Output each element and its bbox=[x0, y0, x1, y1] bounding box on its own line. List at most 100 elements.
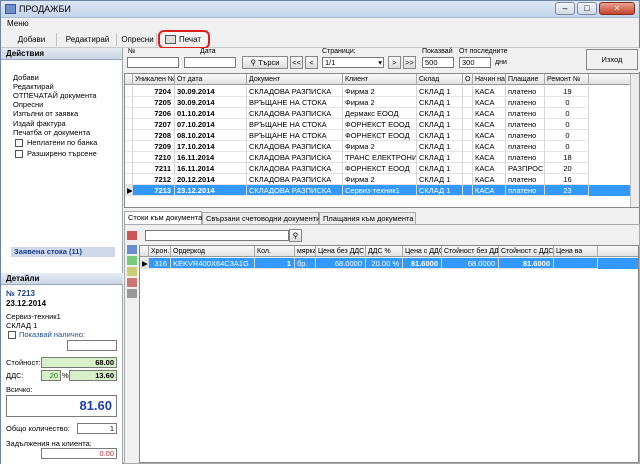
refresh-button[interactable]: Опресни bbox=[119, 33, 157, 46]
table-cell: платено bbox=[506, 97, 545, 108]
table-cell: 0 bbox=[545, 141, 589, 152]
tab-2[interactable]: Свързани счетоводни документи bbox=[202, 212, 320, 224]
show-available-checkbox[interactable] bbox=[8, 331, 16, 339]
remove-item-icon[interactable] bbox=[127, 278, 137, 287]
table-row[interactable]: 7205 30.09.2014 ВРЪЩАНЕ НА СТОКА Фирма 2 СКЛ… bbox=[125, 97, 631, 108]
prev-page-button[interactable]: < bbox=[305, 56, 318, 69]
table-cell: платено bbox=[506, 86, 545, 97]
table-row[interactable]: 7212 20.12.2014 СКЛАДОВА РАЗПИСКА Фирма 2 СК… bbox=[125, 174, 631, 185]
action-item[interactable]: Изпълни от заявка bbox=[13, 109, 78, 118]
next-page-button[interactable]: > bbox=[388, 56, 401, 69]
available-field[interactable] bbox=[67, 340, 117, 351]
item-cell: KEKVR400X64C3A1G bbox=[171, 258, 255, 269]
table-cell: 23.12.2014 bbox=[175, 185, 247, 196]
table-row[interactable]: 7204 30.09.2014 СКЛАДОВА РАЗПИСКА Фирма 2 СК… bbox=[125, 86, 631, 97]
number-input[interactable] bbox=[127, 57, 179, 68]
print-button[interactable]: Печат bbox=[158, 30, 210, 49]
row-indicator: ▶ bbox=[125, 185, 133, 196]
column-header[interactable]: Стойност с ДДС bbox=[499, 246, 554, 257]
filter-bar: № Дата ⚲ Търси << < Страници: 1/1 ▾ > >> … bbox=[124, 48, 640, 72]
table-row[interactable]: 7211 16.11.2014 СКЛАДОВА РАЗПИСКА ФОРНЕКСТ … bbox=[125, 163, 631, 174]
items-search-input[interactable] bbox=[145, 230, 289, 241]
column-header[interactable]: Ордеркод bbox=[171, 246, 255, 257]
total-field: 81.60 bbox=[6, 395, 117, 417]
table-row[interactable]: 7206 01.10.2014 СКЛАДОВА РАЗПИСКА Дермакс Е… bbox=[125, 108, 631, 119]
column-header[interactable]: ДДС % bbox=[366, 246, 403, 257]
column-header[interactable]: мярка bbox=[295, 246, 316, 257]
table-cell: ВРЪЩАНЕ НА СТОКА bbox=[247, 97, 343, 108]
report-icon[interactable] bbox=[127, 289, 137, 298]
item-cell bbox=[554, 258, 598, 269]
add-item-icon[interactable] bbox=[127, 256, 137, 265]
menu-item[interactable]: Меню bbox=[7, 19, 29, 28]
add-button[interactable]: Добави bbox=[7, 33, 57, 46]
vat-label: ДДС: bbox=[6, 371, 24, 380]
column-header[interactable]: Ремонт № bbox=[545, 74, 589, 85]
tab-3[interactable]: Плащания към документа bbox=[319, 212, 416, 224]
table-row[interactable]: ▶ 7213 23.12.2014 СКЛАДОВА РАЗПИСКА Сервиз-т… bbox=[125, 185, 631, 196]
column-header[interactable]: Цена ва bbox=[554, 246, 598, 257]
since-days-input[interactable]: 300 bbox=[459, 57, 491, 68]
close-button[interactable]: × bbox=[599, 2, 635, 15]
minimize-button[interactable]: – bbox=[555, 2, 575, 15]
action-checkbox[interactable] bbox=[15, 150, 23, 158]
printer-icon bbox=[165, 35, 176, 44]
column-header[interactable]: Склад bbox=[417, 74, 463, 85]
column-header[interactable]: Стойност без ДДС bbox=[442, 246, 499, 257]
column-header[interactable]: Начин на bbox=[473, 74, 506, 85]
item-cell: 81.6000 bbox=[403, 258, 442, 269]
table-row[interactable]: 7209 17.10.2014 СКЛАДОВА РАЗПИСКА Фирма 2 СК… bbox=[125, 141, 631, 152]
action-item[interactable]: Редактирай bbox=[13, 82, 54, 91]
table-row[interactable]: 7210 16.11.2014 СКЛАДОВА РАЗПИСКА ТРАНС ЕЛЕ… bbox=[125, 152, 631, 163]
action-item[interactable]: ОТПЕЧАТАЙ документа bbox=[13, 91, 97, 100]
column-header[interactable]: Кол. bbox=[255, 246, 295, 257]
edit-item-icon[interactable] bbox=[127, 267, 137, 276]
last-page-button[interactable]: >> bbox=[403, 56, 416, 69]
table-cell: СКЛАД 1 bbox=[417, 174, 463, 185]
table-cell: СКЛАДОВА РАЗПИСКА bbox=[247, 185, 343, 196]
items-search-button[interactable]: ⚲ bbox=[289, 229, 302, 242]
column-header[interactable]: Плащане bbox=[506, 74, 545, 85]
action-checkbox[interactable] bbox=[15, 139, 23, 147]
page-select[interactable]: 1/1 ▾ bbox=[322, 57, 384, 68]
search-button[interactable]: ⚲ Търси bbox=[242, 56, 288, 69]
documents-scrollbar[interactable] bbox=[630, 74, 639, 207]
row-indicator bbox=[125, 86, 133, 97]
column-header[interactable]: Хрон. ID bbox=[149, 246, 171, 257]
table-cell: 17.10.2014 bbox=[175, 141, 247, 152]
details-header: Детайли bbox=[1, 273, 123, 285]
action-item[interactable]: Опресни bbox=[13, 100, 43, 109]
exit-button[interactable]: Изход bbox=[586, 49, 638, 70]
action-item[interactable]: Издай фактура bbox=[13, 119, 66, 128]
column-header[interactable]: О bbox=[463, 74, 473, 85]
first-page-button[interactable]: << bbox=[290, 56, 303, 69]
column-header[interactable]: Клиент bbox=[343, 74, 417, 85]
column-header[interactable]: Цена с ДДС bbox=[403, 246, 442, 257]
column-header[interactable]: От дата bbox=[175, 74, 247, 85]
row-indicator bbox=[125, 141, 133, 152]
table-cell bbox=[463, 174, 473, 185]
days-label: дни bbox=[495, 59, 507, 66]
action-item[interactable]: Печатба от документа bbox=[13, 128, 90, 137]
sales-window: ПРОДАЖБИ – □ × Меню Добави Редактирай Оп… bbox=[0, 0, 640, 464]
tab-1[interactable]: Стоки към документа bbox=[124, 211, 202, 224]
swap-icon[interactable] bbox=[127, 245, 137, 254]
column-header[interactable]: Цена без ДДС bbox=[316, 246, 366, 257]
table-cell: 30.09.2014 bbox=[175, 86, 247, 97]
table-row[interactable]: 7207 07.10.2014 ВРЪЩАНЕ НА СТОКА ФОРНЕКСТ Е… bbox=[125, 119, 631, 130]
table-row[interactable]: 7208 08.10.2014 ВРЪЩАНЕ НА СТОКА ФОРНЕКСТ Е… bbox=[125, 130, 631, 141]
show-count-input[interactable]: 500 bbox=[422, 57, 454, 68]
column-header[interactable]: Документ bbox=[247, 74, 343, 85]
table-cell: 7209 bbox=[133, 141, 175, 152]
maximize-button[interactable]: □ bbox=[577, 2, 597, 15]
edit-button[interactable]: Редактирай bbox=[59, 33, 117, 46]
date-input[interactable] bbox=[184, 57, 236, 68]
table-cell: ВРЪЩАНЕ НА СТОКА bbox=[247, 130, 343, 141]
selected-filter[interactable]: Заявена стока (11) bbox=[11, 247, 115, 257]
item-row[interactable]: ▶ 316 KEKVR400X64C3A1G 1 бр. 68.0000 20.00 % 81… bbox=[140, 258, 638, 269]
column-header[interactable]: Уникален № bbox=[133, 74, 175, 85]
action-item[interactable]: Добави bbox=[13, 73, 39, 82]
table-cell: 7212 bbox=[133, 174, 175, 185]
delete-item-icon[interactable] bbox=[127, 231, 137, 240]
table-cell: СКЛАД 1 bbox=[417, 152, 463, 163]
